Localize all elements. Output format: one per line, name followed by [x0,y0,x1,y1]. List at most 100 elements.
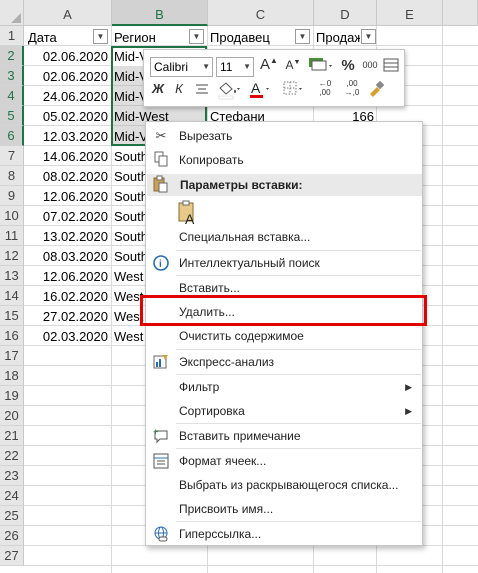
percent-style-icon[interactable]: % [339,57,357,74]
cell-date[interactable]: 24.06.2020 [24,86,108,106]
italic-icon[interactable]: К [171,81,187,96]
copy-icon [152,151,170,169]
increase-decimal-icon[interactable]: ←0,00 [314,79,336,97]
cell-date[interactable]: 02.03.2020 [24,326,108,346]
menu-item-smart-lookup-label: Интеллектуальный поиск [179,256,320,270]
submenu-arrow-icon: ▶ [405,382,412,392]
row-header[interactable]: 20 [0,406,24,426]
row-header[interactable]: 27 [0,546,24,566]
row-header[interactable]: 25 [0,506,24,526]
column-header-d[interactable]: D [314,0,377,26]
comment-icon: + [152,427,170,445]
format-cells-icon [152,452,170,470]
menu-item-insert-comment[interactable]: + Вставить примечание [146,424,422,448]
row-header[interactable]: 1 [0,26,24,46]
menu-item-quick-analysis[interactable]: Экспресс-анализ [146,350,422,374]
menu-item-define-name[interactable]: Присвоить имя... [146,497,422,521]
row-header[interactable]: 15 [0,306,24,326]
row-header[interactable]: 11 [0,226,24,246]
row-header[interactable]: 9 [0,186,24,206]
filter-active-icon[interactable]: ▼ [189,29,204,44]
align-center-icon[interactable] [193,81,211,100]
cell-date[interactable]: 16.02.2020 [24,286,108,306]
cell-date[interactable]: 02.06.2020 [24,46,108,66]
row-header[interactable]: 7 [0,146,24,166]
menu-item-cut[interactable]: ✂ Вырезать [146,124,422,148]
row-header[interactable]: 16 [0,326,24,346]
cell-date[interactable]: 02.06.2020 [24,66,108,86]
bold-icon[interactable]: Ж [150,81,166,96]
menu-item-paste-special[interactable]: Специальная вставка... [146,225,422,249]
menu-item-hyperlink[interactable]: Гиперссылка... [146,522,422,546]
column-header-f[interactable] [443,0,478,26]
cell-date[interactable]: 12.03.2020 [24,126,108,146]
row-header[interactable]: 12 [0,246,24,266]
font-name-dropdown[interactable]: Calibri ▼ [150,57,213,77]
cell-date[interactable]: 07.02.2020 [24,206,108,226]
row-header[interactable]: 26 [0,526,24,546]
menu-item-smart-lookup[interactable]: i Интеллектуальный поиск [146,251,422,275]
row-header[interactable]: 8 [0,166,24,186]
menu-item-filter[interactable]: Фильтр ▶ [146,375,422,399]
cell-date[interactable]: 14.06.2020 [24,146,108,166]
row-header[interactable]: 22 [0,446,24,466]
menu-item-sort[interactable]: Сортировка ▶ [146,399,422,423]
filter-dropdown-icon[interactable]: ▼ [93,29,108,44]
cell-date[interactable]: 08.03.2020 [24,246,108,266]
cell-date[interactable]: 05.02.2020 [24,106,108,126]
row-header[interactable]: 13 [0,266,24,286]
menu-item-pick-from-list[interactable]: Выбрать из раскрывающегося списка... [146,473,422,497]
cell-date[interactable]: 12.06.2020 [24,266,108,286]
row-header[interactable]: 18 [0,366,24,386]
cell-date[interactable]: 12.06.2020 [24,186,108,206]
header-seller[interactable]: Продавец [210,27,295,47]
column-header-a[interactable]: A [24,0,112,26]
menu-item-copy[interactable]: Копировать [146,148,422,172]
menu-item-sort-label: Сортировка [179,404,245,418]
format-table-icon[interactable] [382,57,400,76]
header-sales[interactable]: Продаж [316,27,360,47]
paste-values-icon[interactable]: A [176,198,200,228]
row-header[interactable]: 24 [0,486,24,506]
menu-item-clear-contents[interactable]: Очистить содержимое [146,324,422,348]
row-header[interactable]: 4 [0,86,24,106]
row-header[interactable]: 3 [0,66,24,86]
increase-font-icon[interactable]: A▲ [259,56,279,73]
thousands-separator-icon[interactable]: 000 [359,60,381,70]
format-painter-icon[interactable] [366,80,386,101]
row-header[interactable]: 17 [0,346,24,366]
cell-date[interactable]: 08.02.2020 [24,166,108,186]
paste-options-label: Параметры вставки: [180,178,303,192]
cell-date[interactable]: 13.02.2020 [24,226,108,246]
row-header[interactable]: 10 [0,206,24,226]
font-size-dropdown[interactable]: 11 ▼ [216,57,254,77]
font-color-icon[interactable]: A [248,79,272,104]
row-header[interactable]: 14 [0,286,24,306]
select-all-corner[interactable] [0,0,24,26]
menu-item-format-cells[interactable]: Формат ячеек... [146,449,422,473]
row-header[interactable]: 23 [0,466,24,486]
cell-date[interactable]: 27.02.2020 [24,306,108,326]
submenu-arrow-icon: ▶ [405,406,412,416]
fill-color-icon[interactable] [216,80,242,103]
row-header[interactable]: 6 [0,126,24,146]
column-header-c[interactable]: C [208,0,314,26]
filter-dropdown-icon[interactable]: ▼ [361,29,376,44]
decrease-font-icon[interactable]: A▼ [283,58,303,72]
number-format-icon[interactable] [306,56,336,77]
hyperlink-icon [152,525,170,543]
row-header[interactable]: 21 [0,426,24,446]
row-header[interactable]: 19 [0,386,24,406]
menu-item-paste-special-label: Специальная вставка... [179,230,311,244]
column-header-e[interactable]: E [377,0,443,26]
menu-item-quick-analysis-label: Экспресс-анализ [179,355,275,369]
delete-highlight-box [140,295,427,326]
row-header[interactable]: 2 [0,46,24,66]
row-header[interactable]: 5 [0,106,24,126]
borders-icon[interactable] [282,80,306,101]
header-region[interactable]: Регион [114,27,189,47]
filter-dropdown-icon[interactable]: ▼ [295,29,310,44]
menu-item-copy-label: Копировать [179,153,244,167]
decrease-decimal-icon[interactable]: ,00 →,0 [341,79,363,97]
column-header-b[interactable]: B [112,0,208,26]
